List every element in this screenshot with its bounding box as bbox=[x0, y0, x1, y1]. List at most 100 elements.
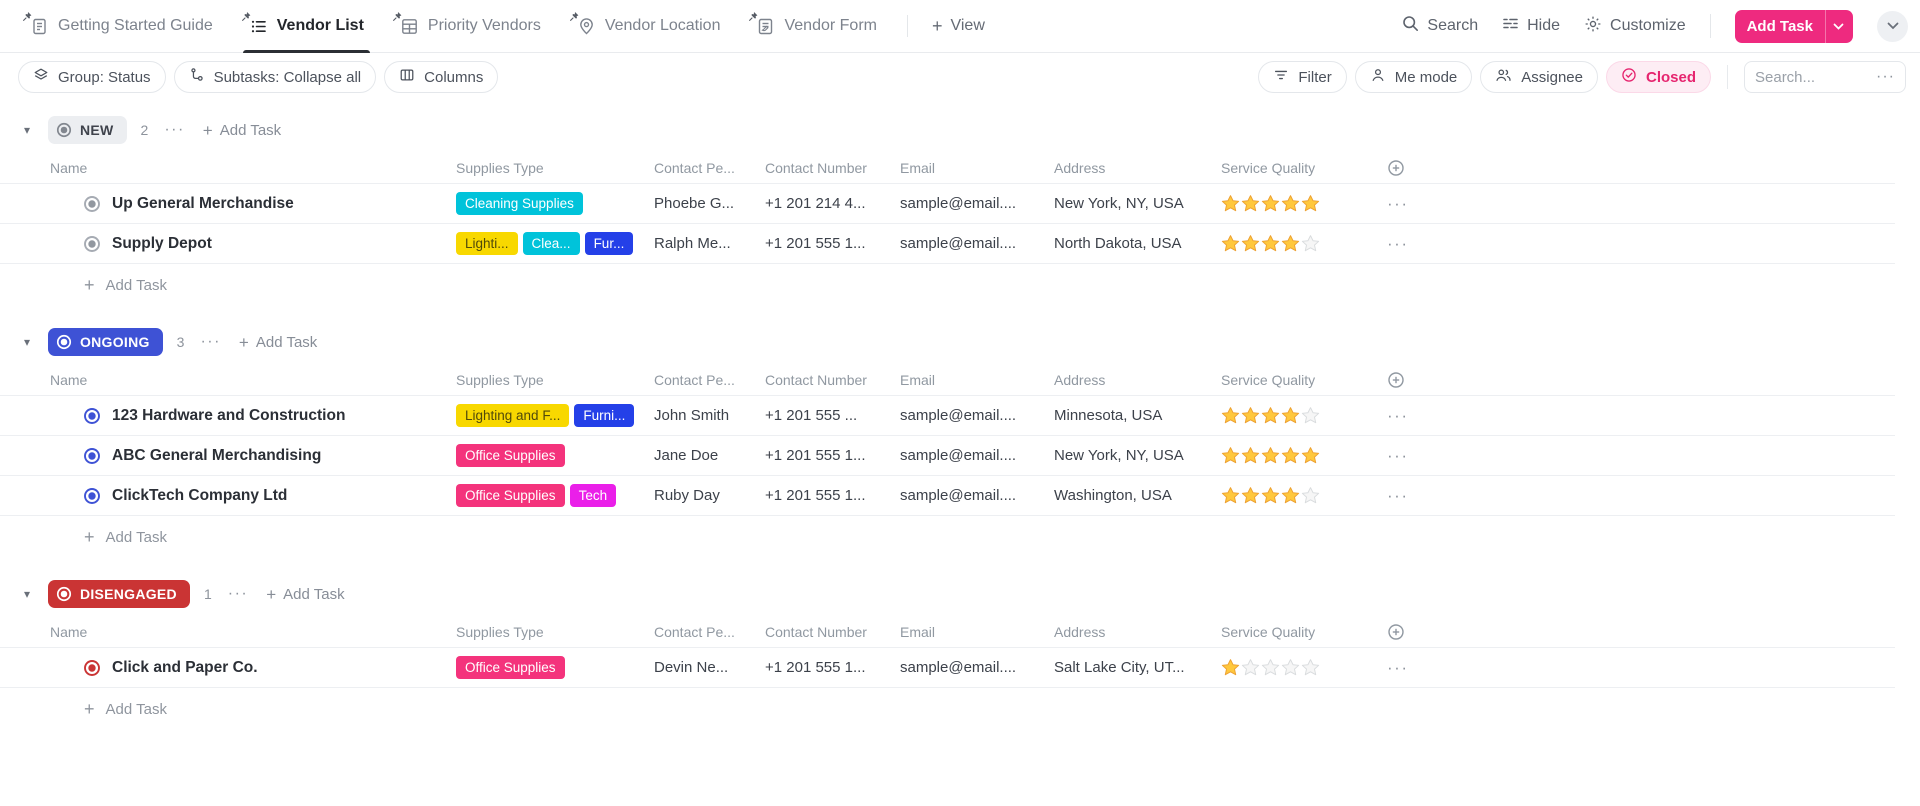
service-quality-rating[interactable] bbox=[1221, 194, 1387, 213]
service-quality-rating[interactable] bbox=[1221, 406, 1387, 425]
service-quality-rating[interactable] bbox=[1221, 658, 1387, 677]
group-add-task-button[interactable]: + Add Task bbox=[266, 586, 344, 603]
email-cell[interactable]: sample@email.... bbox=[900, 447, 1054, 464]
column-header-name[interactable]: Name bbox=[50, 372, 456, 388]
tag[interactable]: Furni... bbox=[574, 404, 635, 427]
column-header-contact-number[interactable]: Contact Number bbox=[765, 624, 900, 640]
row-more-button[interactable]: ··· bbox=[1387, 486, 1408, 505]
tab-getting-started-guide[interactable]: Getting Started Guide bbox=[23, 0, 213, 52]
row-more-button[interactable]: ··· bbox=[1387, 194, 1408, 213]
group-more-button[interactable]: ··· bbox=[228, 585, 248, 603]
column-header-contact-pe-[interactable]: Contact Pe... bbox=[654, 160, 765, 176]
add-column-button[interactable] bbox=[1387, 623, 1895, 641]
column-header-service-quality[interactable]: Service Quality bbox=[1221, 372, 1387, 388]
tag[interactable]: Lighting and F... bbox=[456, 404, 570, 427]
column-header-service-quality[interactable]: Service Quality bbox=[1221, 624, 1387, 640]
row-more-button[interactable]: ··· bbox=[1387, 234, 1408, 253]
tag[interactable]: Office Supplies bbox=[456, 484, 565, 507]
contact-person-cell[interactable]: Phoebe G... bbox=[654, 195, 765, 212]
task-row[interactable]: 123 Hardware and Construction Lighting an… bbox=[0, 396, 1895, 436]
column-header-address[interactable]: Address bbox=[1054, 372, 1221, 388]
task-row[interactable]: ABC General Merchandising Office Supplies… bbox=[0, 436, 1895, 476]
add-column-button[interactable] bbox=[1387, 371, 1895, 389]
add-task-dropdown[interactable] bbox=[1825, 9, 1853, 43]
tag[interactable]: Lighti... bbox=[456, 232, 518, 255]
email-cell[interactable]: sample@email.... bbox=[900, 659, 1054, 676]
list-search-input[interactable] bbox=[1755, 68, 1860, 86]
address-cell[interactable]: New York, NY, USA bbox=[1054, 195, 1221, 212]
tag[interactable]: Fur... bbox=[584, 232, 634, 255]
email-cell[interactable]: sample@email.... bbox=[900, 407, 1054, 424]
status-badge[interactable]: DISENGAGED bbox=[48, 580, 190, 608]
tab-vendor-form[interactable]: Vendor Form bbox=[749, 0, 877, 52]
group-by-button[interactable]: Group: Status bbox=[18, 61, 166, 93]
group-add-task-button[interactable]: + Add Task bbox=[203, 122, 281, 139]
address-cell[interactable]: Washington, USA bbox=[1054, 487, 1221, 504]
column-header-email[interactable]: Email bbox=[900, 624, 1054, 640]
column-header-contact-pe-[interactable]: Contact Pe... bbox=[654, 624, 765, 640]
columns-button[interactable]: Columns bbox=[384, 61, 499, 93]
contact-person-cell[interactable]: Devin Ne... bbox=[654, 659, 765, 676]
column-header-email[interactable]: Email bbox=[900, 160, 1054, 176]
contact-person-cell[interactable]: Jane Doe bbox=[654, 447, 765, 464]
row-more-button[interactable]: ··· bbox=[1387, 446, 1408, 465]
column-header-contact-number[interactable]: Contact Number bbox=[765, 372, 900, 388]
contact-person-cell[interactable]: John Smith bbox=[654, 407, 765, 424]
column-header-contact-number[interactable]: Contact Number bbox=[765, 160, 900, 176]
add-view-button[interactable]: + View bbox=[932, 17, 985, 35]
column-header-service-quality[interactable]: Service Quality bbox=[1221, 160, 1387, 176]
add-task-row[interactable]: + Add Task bbox=[0, 264, 1920, 306]
task-row[interactable]: ClickTech Company Ltd Office Supplies Tech… bbox=[0, 476, 1895, 516]
contact-number-cell[interactable]: +1 201 555 ... bbox=[765, 407, 900, 424]
customize-button[interactable]: Customize bbox=[1584, 15, 1686, 38]
column-header-contact-pe-[interactable]: Contact Pe... bbox=[654, 372, 765, 388]
add-task-row[interactable]: + Add Task bbox=[0, 688, 1920, 730]
tag[interactable]: Clea... bbox=[522, 232, 580, 255]
column-header-address[interactable]: Address bbox=[1054, 160, 1221, 176]
contact-number-cell[interactable]: +1 201 555 1... bbox=[765, 447, 900, 464]
address-cell[interactable]: Salt Lake City, UT... bbox=[1054, 659, 1221, 676]
contact-number-cell[interactable]: +1 201 555 1... bbox=[765, 235, 900, 252]
collapse-group-icon[interactable]: ▾ bbox=[24, 587, 48, 601]
task-name-cell[interactable]: ClickTech Company Ltd bbox=[50, 487, 456, 505]
supplies-type-cell[interactable]: Lighting and F... Furni... bbox=[456, 404, 654, 427]
tab-vendor-location[interactable]: Vendor Location bbox=[569, 0, 720, 52]
group-add-task-button[interactable]: + Add Task bbox=[239, 334, 317, 351]
contact-person-cell[interactable]: Ruby Day bbox=[654, 487, 765, 504]
service-quality-rating[interactable] bbox=[1221, 446, 1387, 465]
address-cell[interactable]: New York, NY, USA bbox=[1054, 447, 1221, 464]
column-header-supplies-type[interactable]: Supplies Type bbox=[456, 624, 654, 640]
column-header-name[interactable]: Name bbox=[50, 624, 456, 640]
tag[interactable]: Office Supplies bbox=[456, 656, 565, 679]
supplies-type-cell[interactable]: Cleaning Supplies bbox=[456, 192, 654, 215]
tag[interactable]: Cleaning Supplies bbox=[456, 192, 583, 215]
subtasks-button[interactable]: Subtasks: Collapse all bbox=[173, 61, 377, 93]
add-column-button[interactable] bbox=[1387, 159, 1895, 177]
tab-vendor-list[interactable]: Vendor List bbox=[241, 0, 371, 53]
collapse-group-icon[interactable]: ▾ bbox=[24, 335, 48, 349]
hide-button[interactable]: Hide bbox=[1502, 15, 1560, 37]
tab-priority-vendors[interactable]: Priority Vendors bbox=[392, 0, 541, 52]
status-badge[interactable]: ONGOING bbox=[48, 328, 163, 356]
add-task-button[interactable]: Add Task bbox=[1734, 9, 1853, 43]
task-row[interactable]: Click and Paper Co. Office Supplies Devin … bbox=[0, 648, 1895, 688]
column-header-supplies-type[interactable]: Supplies Type bbox=[456, 372, 654, 388]
service-quality-rating[interactable] bbox=[1221, 234, 1387, 253]
row-more-button[interactable]: ··· bbox=[1387, 658, 1408, 677]
address-cell[interactable]: Minnesota, USA bbox=[1054, 407, 1221, 424]
tag[interactable]: Tech bbox=[569, 484, 617, 507]
task-name-cell[interactable]: ABC General Merchandising bbox=[50, 447, 456, 465]
email-cell[interactable]: sample@email.... bbox=[900, 235, 1054, 252]
column-header-address[interactable]: Address bbox=[1054, 624, 1221, 640]
task-name-cell[interactable]: Up General Merchandise bbox=[50, 195, 456, 213]
filter-button[interactable]: Filter bbox=[1258, 61, 1347, 93]
service-quality-rating[interactable] bbox=[1221, 486, 1387, 505]
collapse-group-icon[interactable]: ▾ bbox=[24, 123, 48, 137]
task-name-cell[interactable]: Click and Paper Co. bbox=[50, 659, 456, 677]
group-more-button[interactable]: ··· bbox=[164, 121, 184, 139]
task-row[interactable]: Up General Merchandise Cleaning Supplies P… bbox=[0, 184, 1895, 224]
column-header-email[interactable]: Email bbox=[900, 372, 1054, 388]
contact-number-cell[interactable]: +1 201 214 4... bbox=[765, 195, 900, 212]
status-badge[interactable]: NEW bbox=[48, 116, 127, 144]
contact-person-cell[interactable]: Ralph Me... bbox=[654, 235, 765, 252]
